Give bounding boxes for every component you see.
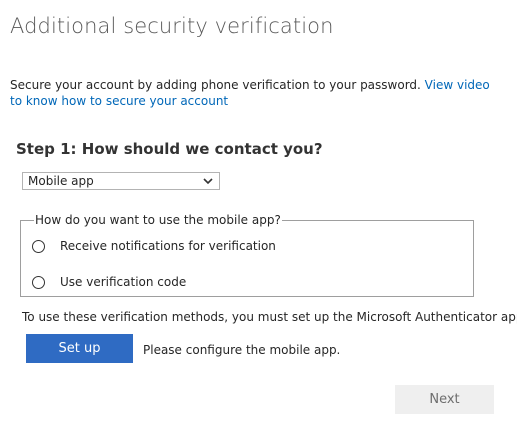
option-verification-code-label: Use verification code bbox=[60, 275, 187, 289]
chevron-down-icon bbox=[203, 178, 213, 185]
option-verification-code[interactable]: Use verification code bbox=[32, 275, 186, 289]
contact-method-select[interactable]: Mobile app bbox=[22, 172, 220, 190]
contact-method-value: Mobile app bbox=[28, 174, 94, 188]
authenticator-info: To use these verification methods, you m… bbox=[22, 310, 517, 324]
radio-receive-notifications[interactable] bbox=[32, 239, 45, 253]
mobile-app-options-group: How do you want to use the mobile app? R… bbox=[20, 213, 474, 297]
page-title: Additional security verification bbox=[10, 14, 334, 38]
option-receive-notifications-label: Receive notifications for verification bbox=[60, 239, 276, 253]
next-button[interactable]: Next bbox=[395, 385, 494, 414]
intro-paragraph: Secure your account by adding phone veri… bbox=[10, 77, 500, 109]
radio-verification-code[interactable] bbox=[32, 275, 45, 289]
setup-hint: Please configure the mobile app. bbox=[143, 343, 341, 357]
mobile-app-options-legend: How do you want to use the mobile app? bbox=[34, 213, 282, 228]
option-receive-notifications[interactable]: Receive notifications for verification bbox=[32, 239, 276, 253]
step-heading: Step 1: How should we contact you? bbox=[16, 140, 323, 158]
intro-text: Secure your account by adding phone veri… bbox=[10, 78, 425, 92]
set-up-button[interactable]: Set up bbox=[26, 334, 133, 363]
